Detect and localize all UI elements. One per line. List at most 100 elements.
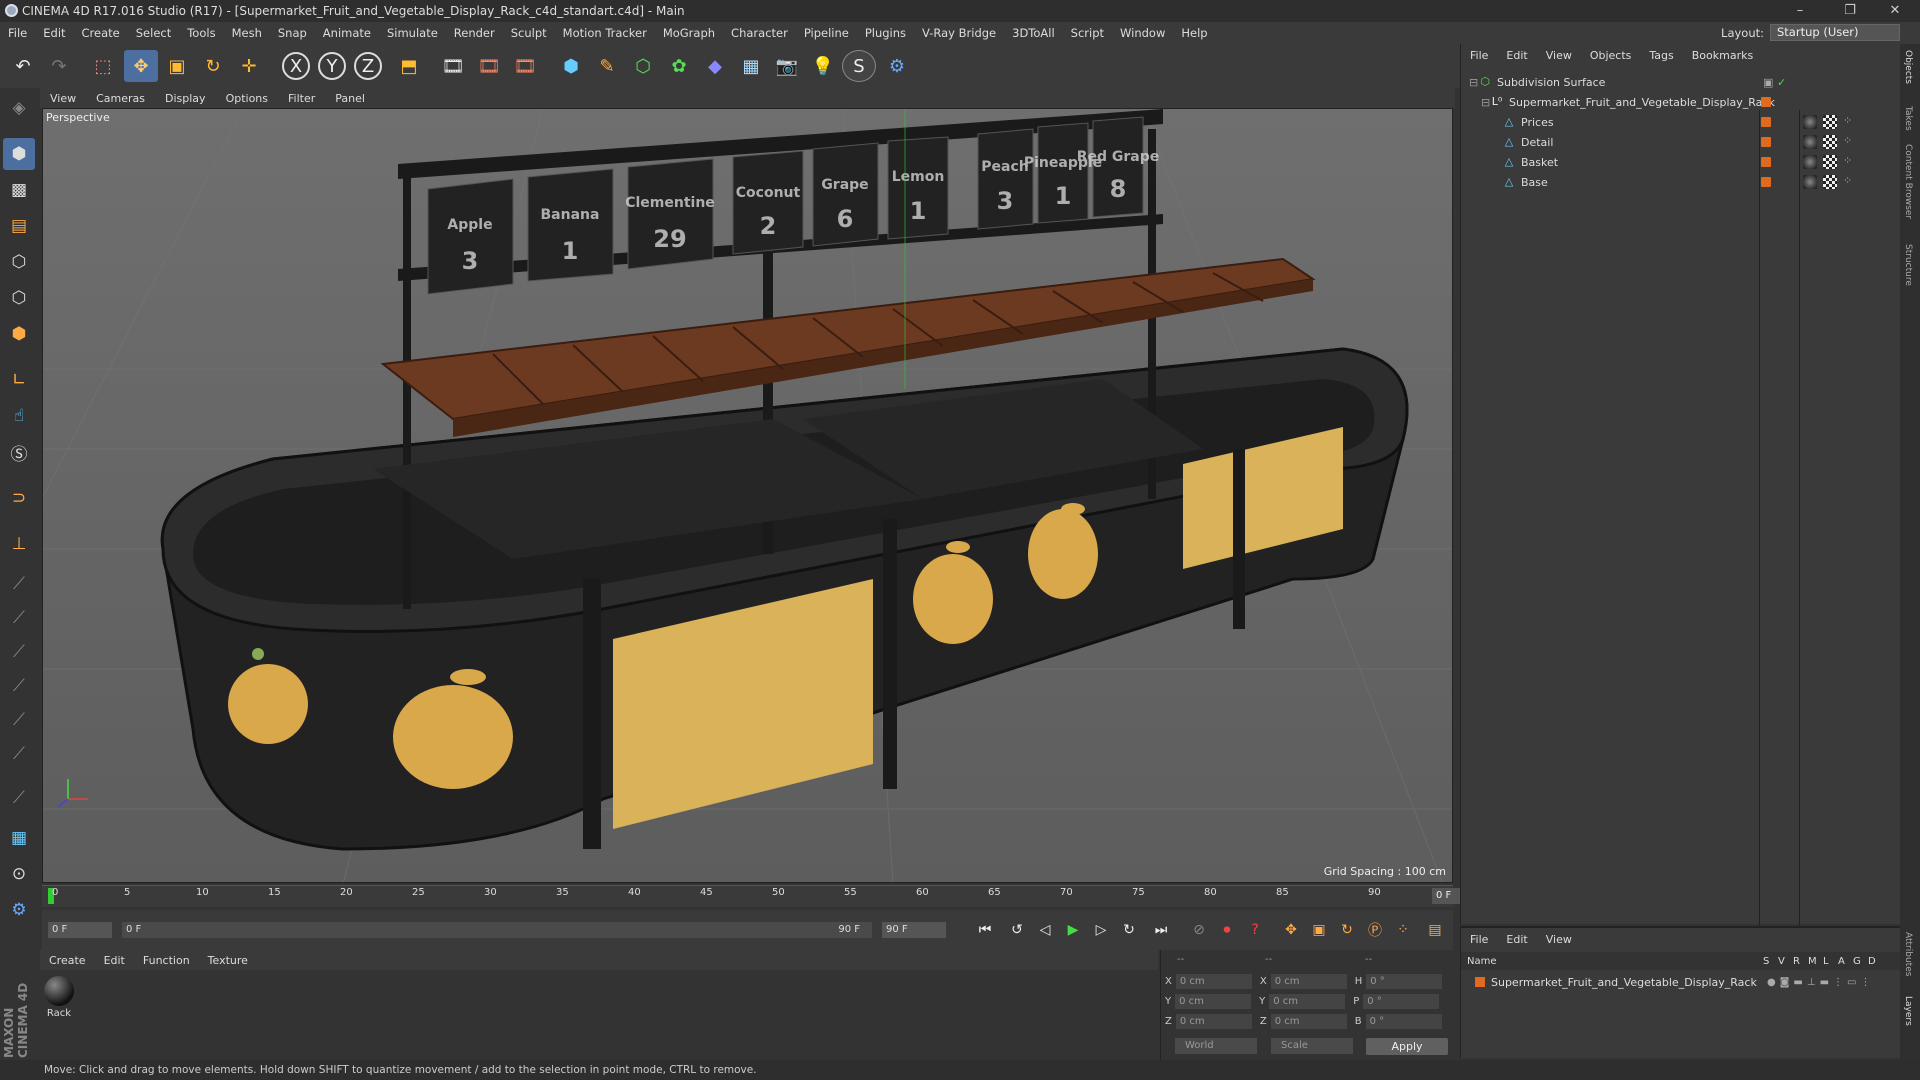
menu-character[interactable]: Character — [723, 26, 796, 40]
material-menu-texture[interactable]: Texture — [199, 954, 257, 967]
menu-window[interactable]: Window — [1112, 26, 1173, 40]
go-to-end-icon[interactable]: ⏭ — [1148, 918, 1174, 942]
tab-content-browser[interactable]: Content Browser — [1903, 144, 1913, 219]
texture-tag-icon[interactable] — [1823, 135, 1837, 149]
coordinate-system-icon[interactable]: ⬒ — [392, 50, 426, 82]
key-pla-icon[interactable]: ⁘ — [1390, 918, 1416, 942]
magnet-snap-icon[interactable]: ⊙ — [3, 858, 35, 890]
tab-objects[interactable]: Objects — [1903, 50, 1913, 84]
cube-object-icon[interactable]: ⬢ — [554, 50, 588, 82]
texture-tag-icon[interactable] — [1823, 115, 1837, 129]
next-key-icon[interactable]: ↻ — [1116, 918, 1142, 942]
material-menu-create[interactable]: Create — [40, 954, 95, 967]
coordinate-mode-dropdown[interactable]: World — [1175, 1038, 1257, 1054]
object-row-base[interactable]: △ Base ⁘ — [1461, 172, 1901, 192]
tag-icon[interactable]: ⁘ — [1843, 114, 1852, 127]
previous-key-icon[interactable]: ↺ — [1004, 918, 1030, 942]
object-row-prices[interactable]: △ Prices ⁘ — [1461, 112, 1901, 132]
key-parameter-icon[interactable]: Ⓟ — [1362, 918, 1388, 942]
rotation-p-field[interactable]: 0 ° — [1363, 994, 1440, 1009]
viewport-menu-panel[interactable]: Panel — [325, 92, 375, 105]
vray-icon[interactable]: S — [842, 50, 876, 82]
restore-button[interactable]: ❐ — [1830, 0, 1870, 22]
layer-menu-edit[interactable]: Edit — [1497, 933, 1536, 946]
collapse-icon[interactable]: ⊟ — [1469, 76, 1479, 89]
object-row-rack[interactable]: ⊟ L⁰ Supermarket_Fruit_and_Vegetable_Dis… — [1461, 92, 1901, 112]
object-menu-view[interactable]: View — [1537, 49, 1581, 62]
camera-icon[interactable]: 📷 — [770, 50, 804, 82]
texture-mode-icon[interactable]: ▩ — [3, 174, 35, 206]
menu-tools[interactable]: Tools — [179, 26, 223, 40]
menu-mesh[interactable]: Mesh — [224, 26, 270, 40]
redo-icon[interactable]: ↷ — [42, 50, 76, 82]
close-button[interactable]: ✕ — [1875, 0, 1915, 22]
layer-toggles-icon[interactable]: ●◙▬⊥▬⋮▭⋮ — [1767, 977, 1874, 988]
tag-icon[interactable]: ⁘ — [1843, 154, 1852, 167]
end-frame-field[interactable]: 90 F — [882, 922, 946, 938]
keyframe-selection-icon[interactable]: ? — [1242, 918, 1268, 942]
brush-tool-5-icon[interactable]: ⟋ — [3, 704, 35, 736]
rotate-tool-icon[interactable]: ↻ — [196, 50, 230, 82]
texture-tag-icon[interactable] — [1823, 175, 1837, 189]
material-tag-icon[interactable] — [1803, 135, 1817, 149]
floor-icon[interactable]: ▦ — [734, 50, 768, 82]
size-y-field[interactable]: 0 cm — [1269, 994, 1346, 1009]
polygons-mode-icon[interactable]: ⬢ — [3, 318, 35, 350]
viewport-menu-display[interactable]: Display — [155, 92, 216, 105]
workplane-mode-icon[interactable]: ▤ — [3, 210, 35, 242]
previous-frame-icon[interactable]: ◁ — [1032, 918, 1058, 942]
object-row-subdivision-surface[interactable]: ⊟ ⬡ Subdivision Surface ▣ ✓ — [1461, 72, 1901, 92]
snap-icon[interactable]: Ⓢ — [3, 436, 35, 468]
brush-tool-6-icon[interactable]: ⟋ — [3, 738, 35, 770]
live-selection-icon[interactable]: ⬚ — [86, 50, 120, 82]
start-frame-field[interactable]: 0 F — [48, 922, 112, 938]
layer-color-icon[interactable] — [1761, 157, 1771, 167]
workplane-icon[interactable]: ⊥ — [3, 528, 35, 560]
python-script-icon[interactable]: ⚙ — [3, 894, 35, 926]
menu-pipeline[interactable]: Pipeline — [796, 26, 857, 40]
autokey-icon[interactable]: ⏺ — [1214, 918, 1240, 942]
subdivision-surface-icon[interactable]: ⬡ — [626, 50, 660, 82]
menu-help[interactable]: Help — [1173, 26, 1215, 40]
tab-takes[interactable]: Takes — [1903, 106, 1913, 131]
light-icon[interactable]: 💡 — [806, 50, 840, 82]
brush-tool-2-icon[interactable]: ⟋ — [3, 602, 35, 634]
menu-3dtoall[interactable]: 3DToAll — [1004, 26, 1063, 40]
position-z-field[interactable]: 0 cm — [1175, 1014, 1252, 1029]
menu-create[interactable]: Create — [74, 26, 128, 40]
transform-tool-icon[interactable]: ✛ — [232, 50, 266, 82]
render-picture-viewer-icon[interactable]: 🎞 — [472, 50, 506, 82]
menu-render[interactable]: Render — [446, 26, 503, 40]
texture-tag-icon[interactable] — [1823, 155, 1837, 169]
layer-menu-file[interactable]: File — [1461, 933, 1497, 946]
tag-icon[interactable]: ⁘ — [1843, 134, 1852, 147]
frame-range-slider[interactable]: 0 F 90 F — [122, 922, 872, 938]
position-x-field[interactable]: 0 cm — [1175, 974, 1252, 989]
object-menu-bookmarks[interactable]: Bookmarks — [1683, 49, 1762, 62]
key-position-icon[interactable]: ✥ — [1278, 918, 1304, 942]
edges-mode-icon[interactable]: ⬡ — [3, 282, 35, 314]
y-axis-lock-icon[interactable]: Y — [318, 52, 346, 80]
layer-row[interactable]: Supermarket_Fruit_and_Vegetable_Display_… — [1461, 972, 1901, 992]
minimize-button[interactable]: – — [1780, 0, 1820, 22]
axis-mode-icon[interactable]: ∟ — [3, 364, 35, 396]
tweak-mode-icon[interactable]: ☝ — [3, 400, 35, 432]
object-menu-edit[interactable]: Edit — [1497, 49, 1536, 62]
tab-attributes[interactable]: Attributes — [1903, 932, 1913, 976]
key-rotation-icon[interactable]: ↻ — [1334, 918, 1360, 942]
menu-file[interactable]: File — [0, 26, 35, 40]
collapse-icon[interactable]: ⊟ — [1481, 96, 1491, 109]
next-frame-icon[interactable]: ▷ — [1088, 918, 1114, 942]
menu-vray-bridge[interactable]: V-Ray Bridge — [914, 26, 1004, 40]
tag-icon[interactable]: ⁘ — [1843, 174, 1852, 187]
tab-layers[interactable]: Layers — [1903, 996, 1913, 1026]
timeline-window-icon[interactable]: ▤ — [1422, 918, 1448, 942]
menu-simulate[interactable]: Simulate — [379, 26, 446, 40]
position-y-field[interactable]: 0 cm — [1175, 994, 1252, 1009]
layer-menu-view[interactable]: View — [1537, 933, 1581, 946]
viewport-menu-cameras[interactable]: Cameras — [86, 92, 155, 105]
size-x-field[interactable]: 0 cm — [1270, 974, 1347, 989]
tab-structure[interactable]: Structure — [1903, 244, 1913, 286]
menu-motion-tracker[interactable]: Motion Tracker — [555, 26, 655, 40]
menu-plugins[interactable]: Plugins — [857, 26, 914, 40]
